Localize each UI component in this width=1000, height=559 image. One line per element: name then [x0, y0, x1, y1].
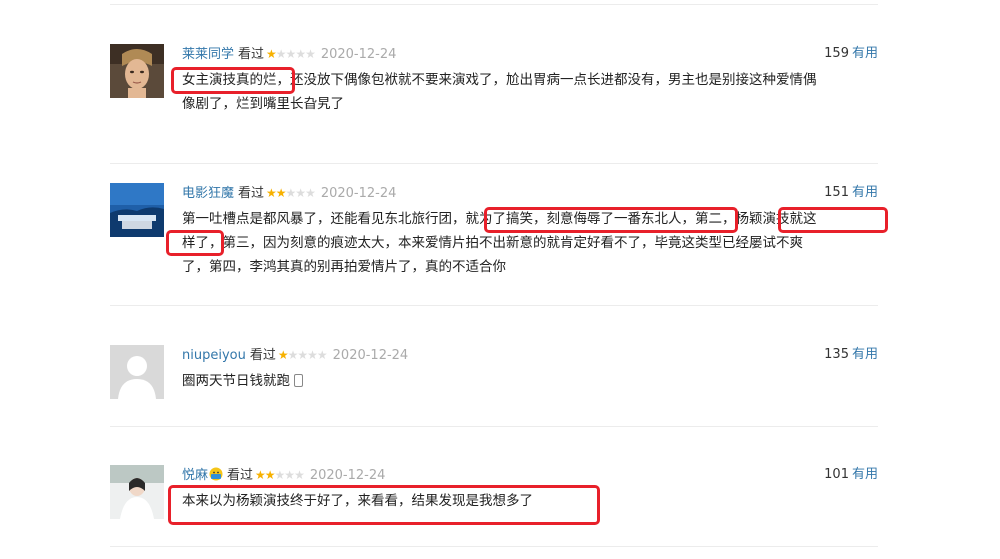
review-text: 本来以为杨颖演技终于好了，来看看，结果发现是我想多了 [168, 485, 878, 525]
review-text-line: 样了，第三，因为刻意的痕迹太大，本来爱情片拍不出新意的就肯定好看不了，毕竟这类型… [182, 235, 803, 251]
divider [110, 546, 878, 547]
username-link[interactable]: 电影狂魔 [182, 186, 234, 201]
rating-stars: ★★★★★ [266, 47, 316, 61]
avatar[interactable] [110, 183, 164, 237]
review-item: 电影狂魔 看过 ★★★★★ 2020-12-24 151 有用 第一吐槽点是都风暴了，还… [110, 183, 888, 293]
review-content: 莱莱同学 看过 ★★★★★ 2020-12-24 159 有用 女主演技真的烂，还没放下… [171, 44, 878, 116]
watched-label: 看过 [249, 348, 276, 363]
review-date: 2020-12-24 [309, 468, 386, 483]
watched-label: 看过 [238, 186, 265, 201]
vote-count: 101 [824, 467, 849, 482]
divider [110, 305, 878, 306]
useful-button[interactable]: 有用 [852, 185, 878, 200]
review-text: 女主演技真的烂，还没放下偶像包袱就不要来演戏了，尬出胃病一点长进都没有，男主也是… [171, 67, 878, 116]
useful-button[interactable]: 有用 [852, 46, 878, 61]
review-text-line: 第一吐槽点是都风暴了，还能看见东北旅行团，就为了搞笑，刻意侮辱了一番东北人，第二… [182, 211, 817, 227]
review-text-line: 圈两天节日钱就跑 [182, 369, 878, 393]
review-content: 电影狂魔 看过 ★★★★★ 2020-12-24 151 有用 第一吐槽点是都风暴了，还… [166, 183, 888, 279]
review-item: 莱莱同学 看过 ★★★★★ 2020-12-24 159 有用 女主演技真的烂，还没放下… [110, 44, 878, 124]
review-text-line: 像剧了，烂到嘴里长旮旯了 [182, 96, 344, 112]
review-meta: 电影狂魔 看过 ★★★★★ 2020-12-24 151 有用 [182, 183, 878, 203]
username-link[interactable]: 悦麻 [182, 467, 223, 483]
vote-area: 135 有用 [824, 345, 878, 365]
rating-stars: ★★★★★ [255, 468, 305, 482]
review-item: niupeiyou 看过 ★★★★★ 2020-12-24 135 有用 圈两天节日钱就… [110, 345, 878, 405]
review-meta: 悦麻 看过 ★★★★★ 2020-12-24 101 有用 [182, 465, 878, 485]
review-text: 第一吐槽点是都风暴了，还能看见东北旅行团，就为了搞笑，刻意侮辱了一番东北人，第二… [166, 207, 888, 279]
vote-count: 151 [824, 185, 849, 200]
avatar[interactable] [110, 465, 164, 519]
review-text-line: 本来以为杨颖演技终于好了，来看看，结果发现是我想多了 [182, 493, 533, 509]
review-text: 圈两天节日钱就跑 [182, 369, 878, 393]
review-item: 悦麻 看过 ★★★★★ 2020-12-24 101 有用 本来以为杨颖演技终于好了，来… [110, 465, 878, 525]
vote-area: 101 有用 [824, 465, 878, 485]
review-meta: 莱莱同学 看过 ★★★★★ 2020-12-24 159 有用 [182, 44, 878, 64]
emoji-icon [209, 467, 223, 481]
review-date: 2020-12-24 [320, 47, 397, 62]
useful-button[interactable]: 有用 [852, 347, 878, 362]
review-text-line: 女主演技真的烂，还没放下偶像包袱就不要来演戏了，尬出胃病一点长进都没有，男主也是… [182, 72, 817, 88]
divider [110, 426, 878, 427]
username-link[interactable]: 莱莱同学 [182, 47, 234, 62]
rating-stars: ★★★★★ [266, 186, 316, 200]
divider [110, 163, 878, 164]
phone-icon [294, 374, 303, 387]
review-text-span: 圈两天节日钱就跑 [182, 373, 290, 389]
rating-stars: ★★★★★ [277, 348, 328, 362]
review-meta: niupeiyou 看过 ★★★★★ 2020-12-24 135 有用 [182, 345, 878, 365]
vote-count: 135 [824, 347, 849, 362]
useful-button[interactable]: 有用 [852, 467, 878, 482]
review-date: 2020-12-24 [320, 186, 397, 201]
avatar[interactable] [110, 44, 164, 98]
watched-label: 看过 [238, 47, 265, 62]
divider [110, 4, 878, 5]
vote-area: 159 有用 [824, 44, 878, 64]
vote-area: 151 有用 [824, 183, 878, 203]
review-content: niupeiyou 看过 ★★★★★ 2020-12-24 135 有用 圈两天节日钱就… [182, 345, 878, 393]
review-content: 悦麻 看过 ★★★★★ 2020-12-24 101 有用 本来以为杨颖演技终于好了，来… [168, 465, 878, 525]
username-link[interactable]: niupeiyou [182, 348, 246, 363]
username-text: 悦麻 [182, 468, 209, 483]
review-text-line: 了，第四，李鸿其真的别再拍爱情片了，真的不适合你 [182, 259, 506, 275]
watched-label: 看过 [227, 468, 254, 483]
vote-count: 159 [824, 46, 849, 61]
review-date: 2020-12-24 [332, 348, 409, 363]
avatar[interactable] [110, 345, 164, 399]
